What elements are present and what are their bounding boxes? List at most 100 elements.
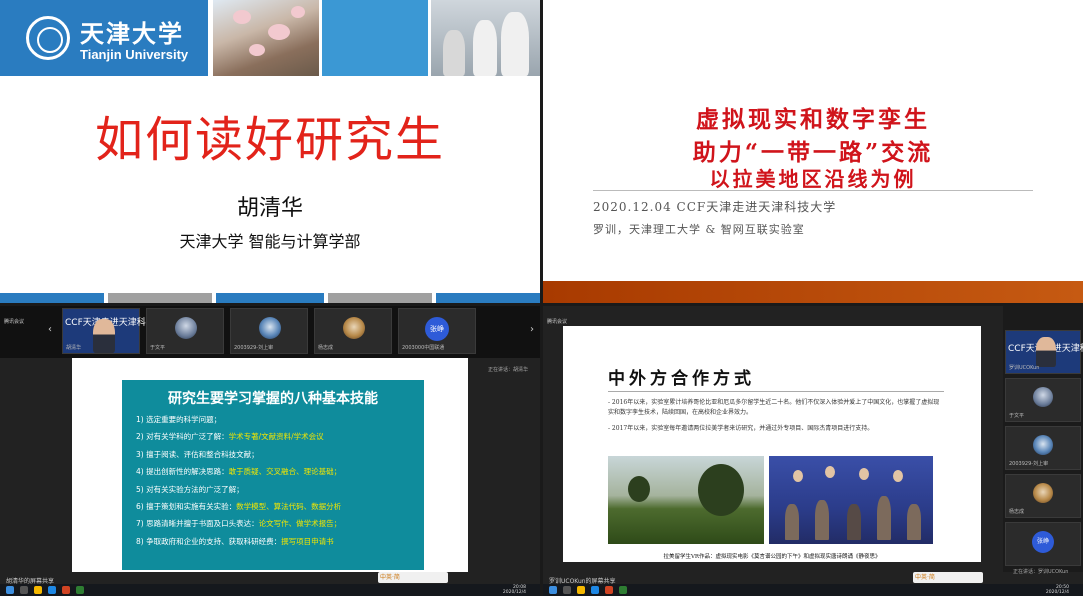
- participant-sidebar: CCF天津走进天津科技高校 罗训UCOKun 于文平 2003929-刘上审 杨…: [1003, 306, 1083, 572]
- folder-icon[interactable]: [34, 586, 42, 594]
- shared-slide: 研究生要学习掌握的八种基本技能 1) 选定重要的科学问题； 2) 对有关学科的广…: [72, 358, 468, 572]
- windows-taskbar: 20:50 2020/12/4: [543, 584, 1083, 596]
- participant-name: 胡清华: [66, 345, 82, 351]
- participant-name: 罗训UCOKun: [1009, 365, 1040, 371]
- item-number: 6): [136, 501, 144, 511]
- slide-title-line-1: 虚拟现实和数字孪生: [696, 106, 930, 133]
- start-icon[interactable]: [549, 586, 557, 594]
- participant-tile[interactable]: 2003929-刘上审: [230, 308, 308, 354]
- shared-slide: 中外方合作方式 - 2016年以来，实验室累计培养哥伦比亚和厄瓜多尔留学生近二十…: [563, 326, 981, 562]
- participant-tile[interactable]: 张峥 2003000中国联通: [398, 308, 476, 354]
- footer-stripe: [328, 293, 432, 303]
- start-icon[interactable]: [6, 586, 14, 594]
- item-highlight: 学术专著/文献资料/学术会议: [228, 432, 324, 442]
- item-number: 4): [136, 467, 144, 477]
- meeting-window-skills: 腾讯会议 ‹ CCF天津走进天津科技高校 胡清华 于文平 2003929-刘上审…: [0, 306, 540, 596]
- browser-icon[interactable]: [591, 586, 599, 594]
- participant-name: 杨志成: [1009, 509, 1025, 515]
- blossom-photo: [213, 0, 319, 76]
- skills-title: 研究生要学习掌握的八种基本技能: [168, 391, 378, 407]
- image-caption: 拉美留学生VR作品：虚拟现实电影《莫言谱公园的下午》和虚拟现实唐诗朗诵《静夜思》: [663, 554, 881, 560]
- vr-film-image: [608, 456, 764, 544]
- footer-stripe: [436, 293, 540, 303]
- slide-heading: 中外方合作方式: [608, 369, 755, 389]
- participant-name: 杨志成: [318, 345, 334, 351]
- participant-tile[interactable]: 2003929-刘上审: [1005, 426, 1081, 470]
- avatar: [1033, 387, 1053, 407]
- participant-tile[interactable]: 杨志成: [314, 308, 392, 354]
- participant-video: [1036, 337, 1056, 367]
- blue-photo: [322, 0, 428, 76]
- slide-title-line-3: 以拉美地区沿线为例: [709, 167, 917, 191]
- participant-tile[interactable]: CCF天津走进天津科技高校 罗训UCOKun: [1005, 330, 1083, 374]
- participant-name: 于文平: [1009, 413, 1025, 419]
- footer-bar: [543, 281, 1083, 303]
- item-number: 1): [136, 415, 144, 424]
- windows-taskbar: 20:08 2020/12/4: [0, 584, 540, 596]
- footer-stripe: [216, 293, 324, 303]
- footer-stripe: [0, 293, 104, 303]
- item-text: 争取政府和企业的支持、获取科研经费：: [146, 536, 282, 546]
- lab-photo: [431, 0, 540, 76]
- list-item: 3) 擅于阅读、评估和整合科技文献；: [136, 449, 420, 459]
- slide-title: 如何读好研究生: [94, 112, 445, 168]
- avatar: [1033, 435, 1053, 455]
- folder-icon[interactable]: [577, 586, 585, 594]
- vr-poetry-image: [769, 456, 933, 544]
- item-number: 5): [136, 484, 144, 494]
- avatar: [343, 317, 365, 339]
- heading-rule: [608, 391, 944, 392]
- item-text: 擅于策划和实施有关实验：: [146, 501, 237, 511]
- avatar-initials: 张峥: [425, 317, 449, 341]
- item-highlight: 敢于质疑、交叉融合、理论基础；: [228, 467, 342, 477]
- powerpoint-icon[interactable]: [605, 586, 613, 594]
- skills-panel: 研究生要学习掌握的八种基本技能 1) 选定重要的科学问题； 2) 对有关学科的广…: [122, 360, 424, 570]
- meeting-app-icon[interactable]: [76, 586, 84, 594]
- item-highlight: 数学模型、算法代码、数据分析: [236, 501, 342, 511]
- chevron-left-icon[interactable]: ‹: [48, 324, 52, 335]
- participant-strip: 腾讯会议 ‹ CCF天津走进天津科技高校 胡清华 于文平 2003929-刘上审…: [0, 306, 540, 358]
- avatar-initials: 张峥: [1032, 531, 1054, 553]
- meeting-app-label: 腾讯会议: [4, 319, 25, 325]
- participant-name: 2003000中国联通: [402, 345, 445, 351]
- paragraph: - 2017年以来，实验室每年邀请两位拉美学者来访研究，并通过外专项目、国际杰青…: [608, 425, 874, 432]
- search-icon[interactable]: [563, 586, 571, 594]
- chevron-right-icon[interactable]: ›: [530, 324, 534, 335]
- participant-tile[interactable]: 张峥: [1005, 522, 1081, 566]
- list-item: 7) 思路清晰并擅于书面及口头表达：论文写作、做学术报告；: [136, 520, 420, 528]
- item-number: 3): [136, 449, 144, 459]
- avatar: [175, 317, 197, 339]
- speaker-name: 胡清华: [236, 196, 303, 221]
- taskbar-clock: 20:08 2020/12/4: [503, 585, 526, 595]
- meeting-app-icon[interactable]: [619, 586, 627, 594]
- item-text: 提出创新性的解决思路：: [146, 467, 229, 477]
- powerpoint-icon[interactable]: [62, 586, 70, 594]
- avatar: [1033, 483, 1053, 503]
- participant-name: 2003929-刘上审: [1009, 461, 1049, 467]
- participant-tile[interactable]: 杨志成: [1005, 474, 1081, 518]
- item-text: 擅于阅读、评估和整合科技文献；: [146, 449, 259, 459]
- event-date-line: 2020.12.04 CCF天津走进天津科技大学: [593, 200, 837, 214]
- item-text: 对有关学科的广泛了解：: [146, 432, 229, 442]
- clock-date: 2020/12/4: [502, 590, 526, 595]
- panel-header-band: [122, 360, 424, 380]
- participant-tile[interactable]: 于文平: [1005, 378, 1081, 422]
- list-item: 5) 对有关实验方法的广泛了解；: [136, 484, 420, 494]
- participant-tile[interactable]: 于文平: [146, 308, 224, 354]
- participant-video: [93, 319, 115, 353]
- item-number: 2): [136, 432, 144, 442]
- participant-tile[interactable]: CCF天津走进天津科技高校 胡清华: [62, 308, 173, 354]
- meeting-app-label: 腾讯会议: [547, 319, 568, 325]
- search-icon[interactable]: [20, 586, 28, 594]
- item-number: 8): [136, 536, 144, 546]
- browser-icon[interactable]: [48, 586, 56, 594]
- list-item: 4) 提出创新性的解决思路：敢于质疑、交叉融合、理论基础；: [136, 468, 420, 476]
- ccf-title-slide: 虚拟现实和数字孪生 助力“一带一路”交流 以拉美地区沿线为例 2020.12.0…: [543, 0, 1083, 303]
- tianjin-title-slide: 天津大学 Tianjin University 如何读好研究生 胡清华 天津大学…: [0, 0, 540, 303]
- talking-indicator: 正在讲话：胡清华: [488, 367, 529, 373]
- item-text: 选定重要的科学问题；: [146, 415, 222, 424]
- list-item: 2) 对有关学科的广泛了解：学术专著/文献资料/学术会议: [136, 433, 420, 441]
- item-text: 对有关实验方法的广泛了解；: [146, 484, 244, 494]
- university-seal-icon: [26, 16, 70, 60]
- list-item: 1) 选定重要的科学问题；: [136, 416, 420, 424]
